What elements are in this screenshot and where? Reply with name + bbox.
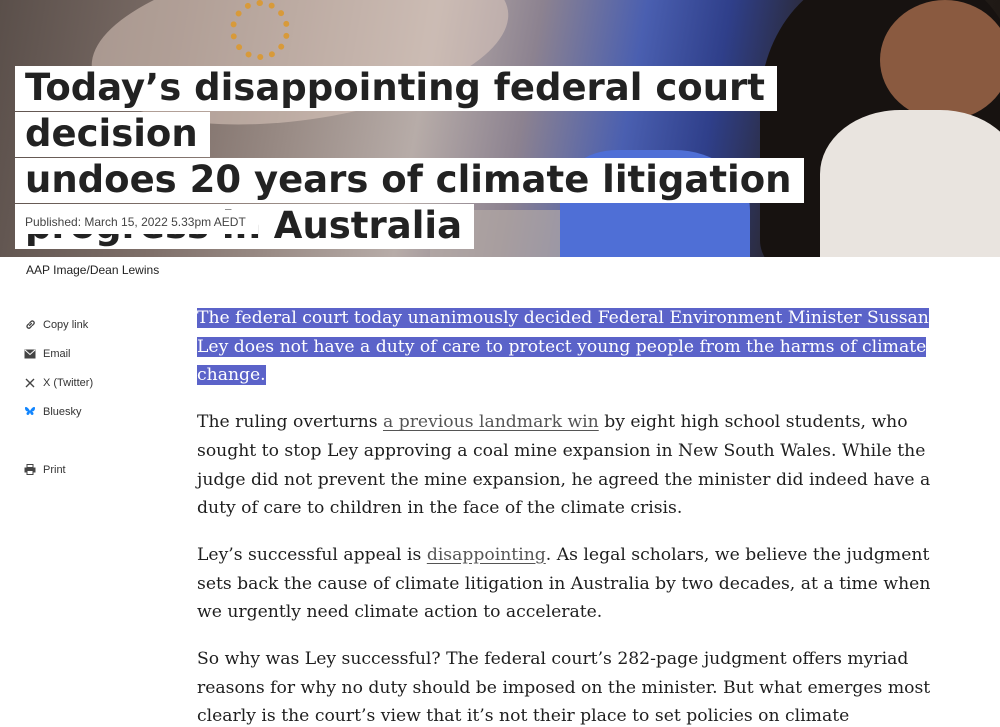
headline-line-1: Today’s disappointing federal court deci… <box>15 66 777 157</box>
copy-link-label: Copy link <box>43 318 89 331</box>
print-button[interactable]: Print <box>24 455 164 484</box>
printer-icon <box>24 464 36 476</box>
published-date: Published: March 15, 2022 5.33pm AEDT <box>15 210 258 234</box>
envelope-icon <box>24 348 36 360</box>
x-twitter-button[interactable]: X (Twitter) <box>24 368 164 397</box>
previous-landmark-win-link[interactable]: a previous landmark win <box>383 412 599 432</box>
copy-link-button[interactable]: Copy link <box>24 310 164 339</box>
image-caption: AAP Image/Dean Lewins <box>26 263 160 277</box>
article-paragraph-1: The federal court today unanimously deci… <box>197 304 947 390</box>
email-label: Email <box>43 347 71 360</box>
disappointing-link[interactable]: disappointing <box>427 545 546 565</box>
x-logo-icon <box>24 377 36 389</box>
article-paragraph-4: So why was Ley successful? The federal c… <box>197 649 931 727</box>
article-paragraph-3: Ley’s successful appeal is disappointing… <box>197 544 931 623</box>
selected-text[interactable]: The federal court today unanimously deci… <box>197 308 929 386</box>
link-icon <box>24 319 36 331</box>
x-twitter-label: X (Twitter) <box>43 376 94 389</box>
bluesky-label: Bluesky <box>43 405 82 418</box>
bluesky-button[interactable]: Bluesky <box>24 397 164 426</box>
headline-line-2: undoes 20 years of climate litigation <box>15 158 804 203</box>
butterfly-icon <box>24 406 36 418</box>
article-body: The federal court today unanimously deci… <box>197 304 947 727</box>
print-label: Print <box>43 463 66 476</box>
hero-image: Today’s disappointing federal court deci… <box>0 0 1000 257</box>
email-button[interactable]: Email <box>24 339 164 368</box>
share-sidebar: Copy link Email X (Twitter) Bluesky Prin… <box>24 310 164 484</box>
article-paragraph-2: The ruling overturns a previous landmark… <box>197 412 931 519</box>
